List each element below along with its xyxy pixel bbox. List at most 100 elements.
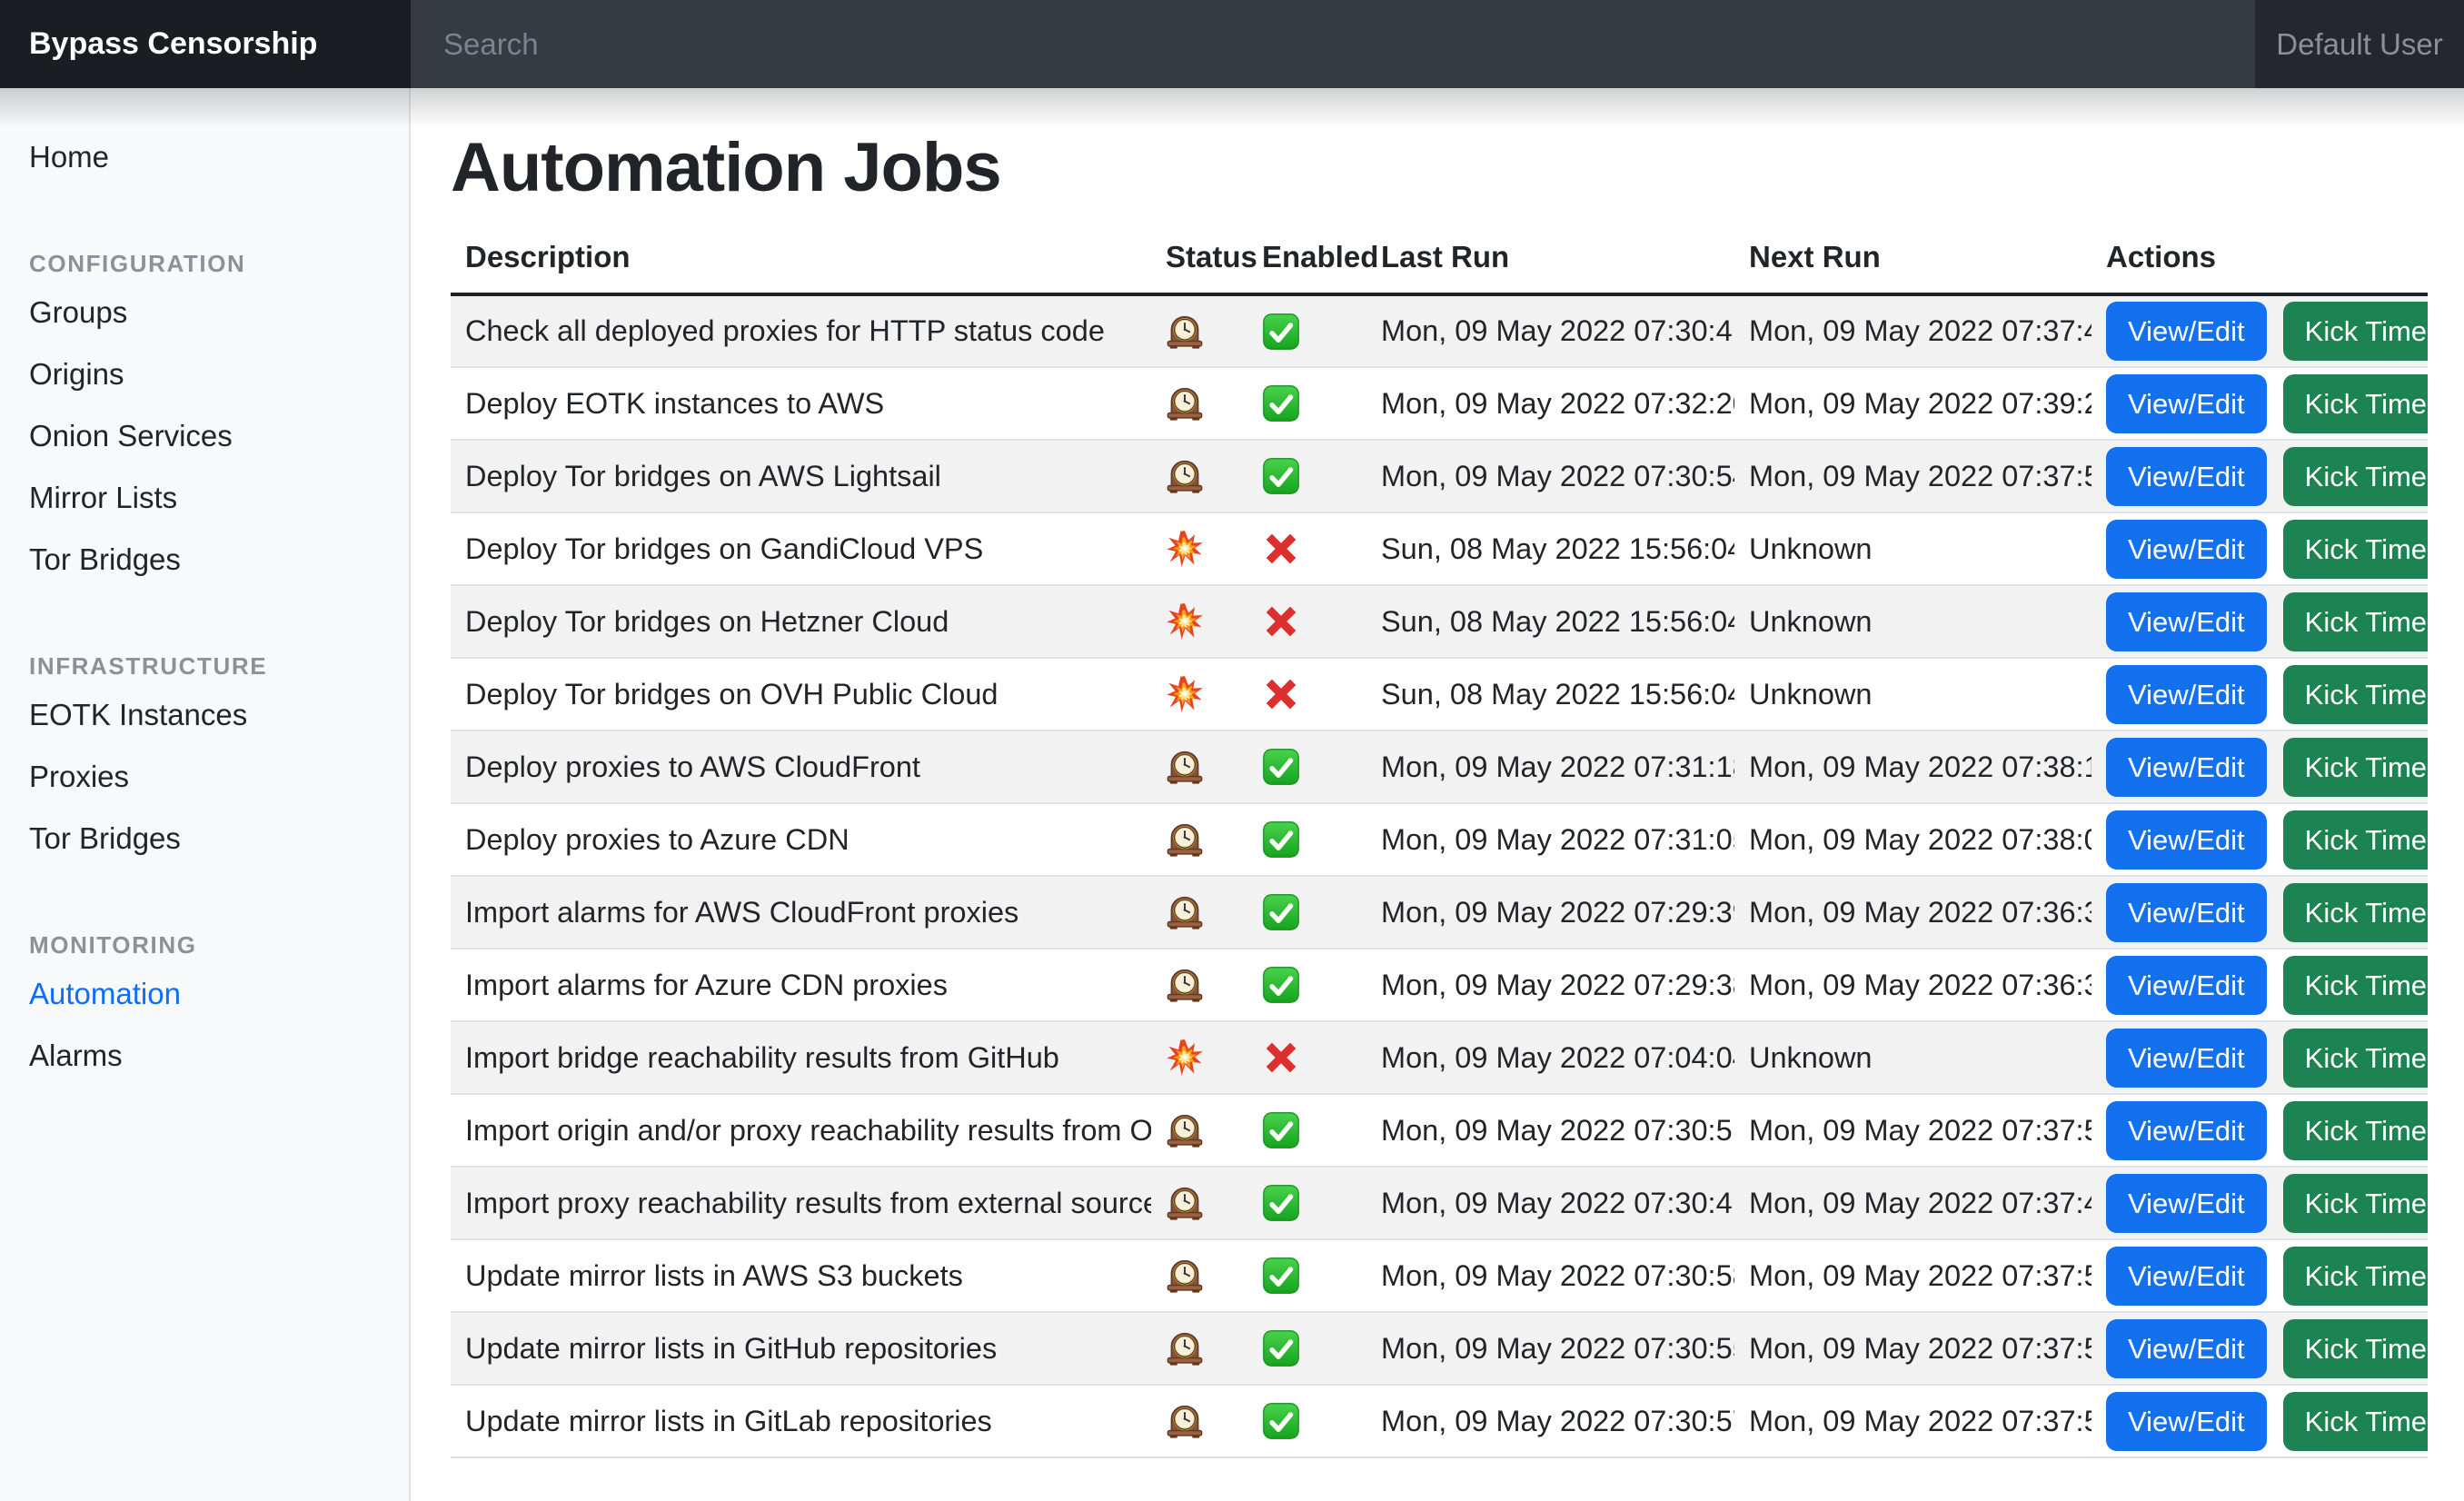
sidebar-item-eotk-instances[interactable]: EOTK Instances: [0, 684, 409, 746]
job-last-run: Sun, 08 May 2022 15:56:04: [1366, 512, 1734, 585]
kick-timer-button[interactable]: Kick Timer: [2283, 302, 2428, 361]
kick-timer-button[interactable]: Kick Timer: [2283, 1174, 2428, 1233]
sidebar-section-heading-infrastructure: Infrastructure: [0, 641, 409, 684]
view-edit-button[interactable]: View/Edit: [2106, 1392, 2267, 1451]
view-edit-button[interactable]: View/Edit: [2106, 1029, 2267, 1088]
job-enabled-cell: [1247, 294, 1366, 367]
sidebar-item-origins[interactable]: Origins: [0, 343, 409, 405]
sidebar-item-home[interactable]: Home: [0, 126, 409, 188]
job-description: Import bridge reachability results from …: [451, 1021, 1151, 1094]
job-enabled-cell: [1247, 876, 1366, 949]
kick-timer-button[interactable]: Kick Timer: [2283, 520, 2428, 579]
kick-timer-button[interactable]: Kick Timer: [2283, 374, 2428, 433]
user-menu-button[interactable]: Default User: [2255, 0, 2464, 88]
mantel-clock-icon: [1166, 820, 1204, 859]
check-mark-icon: [1262, 313, 1300, 351]
job-description: Deploy proxies to Azure CDN: [451, 803, 1151, 876]
kick-timer-button[interactable]: Kick Timer: [2283, 1319, 2428, 1378]
sidebar-section-heading-monitoring: Monitoring: [0, 920, 409, 963]
sidebar-item-proxies[interactable]: Proxies: [0, 746, 409, 808]
kick-timer-button[interactable]: Kick Timer: [2283, 1029, 2428, 1088]
job-enabled-cell: [1247, 803, 1366, 876]
job-description: Deploy Tor bridges on GandiCloud VPS: [451, 512, 1151, 585]
job-actions-cell: View/Edit Kick Timer: [2091, 1167, 2428, 1239]
check-mark-icon: [1262, 1184, 1300, 1222]
check-mark-icon: [1262, 384, 1300, 422]
job-actions-cell: View/Edit Kick Timer: [2091, 512, 2428, 585]
kick-timer-button[interactable]: Kick Timer: [2283, 956, 2428, 1015]
kick-timer-button[interactable]: Kick Timer: [2283, 592, 2428, 651]
job-enabled-cell: [1247, 949, 1366, 1021]
mantel-clock-icon: [1166, 1402, 1204, 1440]
kick-timer-button[interactable]: Kick Timer: [2283, 810, 2428, 870]
view-edit-button[interactable]: View/Edit: [2106, 592, 2267, 651]
job-last-run: Mon, 09 May 2022 07:32:20: [1366, 367, 1734, 440]
job-status-cell: [1151, 731, 1247, 803]
view-edit-button[interactable]: View/Edit: [2106, 883, 2267, 942]
page-title: Automation Jobs: [451, 128, 2428, 207]
sidebar-item-tor-bridges[interactable]: Tor Bridges: [0, 529, 409, 591]
view-edit-button[interactable]: View/Edit: [2106, 1319, 2267, 1378]
view-edit-button[interactable]: View/Edit: [2106, 374, 2267, 433]
sidebar-item-alarms[interactable]: Alarms: [0, 1025, 409, 1087]
kick-timer-button[interactable]: Kick Timer: [2283, 738, 2428, 797]
job-row: Update mirror lists in GitHub repositori…: [451, 1312, 2428, 1385]
job-status-cell: [1151, 585, 1247, 658]
job-row: Update mirror lists in AWS S3 buckets Mo…: [451, 1239, 2428, 1312]
job-next-run: Mon, 09 May 2022 07:37:41: [1734, 1167, 2091, 1239]
kick-timer-button[interactable]: Kick Timer: [2283, 1101, 2428, 1160]
view-edit-button[interactable]: View/Edit: [2106, 810, 2267, 870]
app-brand[interactable]: Bypass Censorship: [0, 0, 411, 88]
job-description: Deploy Tor bridges on Hetzner Cloud: [451, 585, 1151, 658]
job-row: Deploy Tor bridges on Hetzner Cloud Sun,…: [451, 585, 2428, 658]
job-actions-cell: View/Edit Kick Timer: [2091, 1021, 2428, 1094]
job-enabled-cell: [1247, 367, 1366, 440]
view-edit-button[interactable]: View/Edit: [2106, 447, 2267, 506]
view-edit-button[interactable]: View/Edit: [2106, 1247, 2267, 1306]
job-description: Check all deployed proxies for HTTP stat…: [451, 294, 1151, 367]
search-bar: [411, 0, 2255, 88]
view-edit-button[interactable]: View/Edit: [2106, 956, 2267, 1015]
job-enabled-cell: [1247, 658, 1366, 731]
job-next-run: Mon, 09 May 2022 07:37:57: [1734, 1385, 2091, 1457]
view-edit-button[interactable]: View/Edit: [2106, 1174, 2267, 1233]
view-edit-button[interactable]: View/Edit: [2106, 302, 2267, 361]
job-description: Deploy Tor bridges on AWS Lightsail: [451, 440, 1151, 512]
cross-mark-icon: [1262, 602, 1300, 641]
view-edit-button[interactable]: View/Edit: [2106, 1101, 2267, 1160]
job-status-cell: [1151, 876, 1247, 949]
job-description: Deploy proxies to AWS CloudFront: [451, 731, 1151, 803]
job-enabled-cell: [1247, 1312, 1366, 1385]
check-mark-icon: [1262, 748, 1300, 786]
job-actions-cell: View/Edit Kick Timer: [2091, 1094, 2428, 1167]
job-last-run: Mon, 09 May 2022 07:30:58: [1366, 1239, 1734, 1312]
kick-timer-button[interactable]: Kick Timer: [2283, 447, 2428, 506]
job-row: Import alarms for Azure CDN proxies Mon,…: [451, 949, 2428, 1021]
column-header-description: Description: [451, 231, 1151, 294]
job-row: Deploy proxies to Azure CDN Mon, 09 May …: [451, 803, 2428, 876]
job-next-run: Mon, 09 May 2022 07:38:05: [1734, 803, 2091, 876]
kick-timer-button[interactable]: Kick Timer: [2283, 883, 2428, 942]
job-status-cell: [1151, 1312, 1247, 1385]
view-edit-button[interactable]: View/Edit: [2106, 520, 2267, 579]
job-actions-cell: View/Edit Kick Timer: [2091, 294, 2428, 367]
job-next-run: Mon, 09 May 2022 07:37:58: [1734, 1239, 2091, 1312]
job-next-run: Mon, 09 May 2022 07:38:18: [1734, 731, 2091, 803]
cross-mark-icon: [1262, 675, 1300, 713]
sidebar-item-mirror-lists[interactable]: Mirror Lists: [0, 467, 409, 529]
view-edit-button[interactable]: View/Edit: [2106, 738, 2267, 797]
column-header-enabled: Enabled: [1247, 231, 1366, 294]
view-edit-button[interactable]: View/Edit: [2106, 665, 2267, 724]
sidebar-item-tor-bridges[interactable]: Tor Bridges: [0, 808, 409, 870]
sidebar-item-automation[interactable]: Automation: [0, 963, 409, 1025]
search-input[interactable]: [411, 27, 2255, 62]
job-description: Update mirror lists in GitLab repositori…: [451, 1385, 1151, 1457]
check-mark-icon: [1262, 1402, 1300, 1440]
sidebar-item-onion-services[interactable]: Onion Services: [0, 405, 409, 467]
job-enabled-cell: [1247, 585, 1366, 658]
kick-timer-button[interactable]: Kick Timer: [2283, 1392, 2428, 1451]
kick-timer-button[interactable]: Kick Timer: [2283, 665, 2428, 724]
sidebar-item-groups[interactable]: Groups: [0, 282, 409, 343]
sidebar: HomeConfigurationGroupsOriginsOnion Serv…: [0, 88, 411, 1501]
kick-timer-button[interactable]: Kick Timer: [2283, 1247, 2428, 1306]
